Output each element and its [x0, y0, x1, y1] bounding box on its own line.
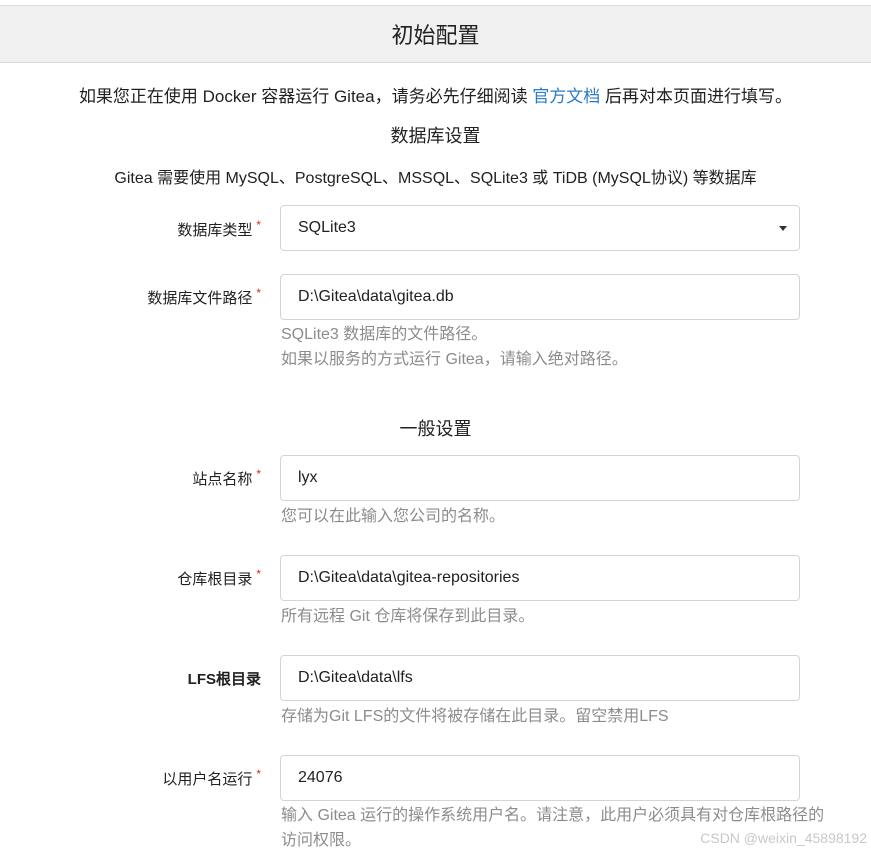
page-header: 初始配置: [0, 5, 871, 63]
lfs-root-value: D:\Gitea\data\lfs: [298, 669, 413, 686]
site-name-input[interactable]: lyx: [280, 455, 800, 501]
required-mark: *: [256, 286, 261, 300]
required-mark: *: [256, 567, 261, 581]
docker-notice: 如果您正在使用 Docker 容器运行 Gitea，请务必先仔细阅读 官方文档 …: [0, 82, 871, 107]
database-note: Gitea 需要使用 MySQL、PostgreSQL、MSSQL、SQLite…: [114, 170, 757, 187]
database-path-help: SQLite3 数据库的文件路径。 如果以服务的方式运行 Gitea，请输入绝对…: [281, 322, 628, 372]
database-section-title: 数据库设置: [390, 126, 481, 146]
run-user-label: 以用户名运行 *: [162, 767, 261, 789]
notice-text-after: 后再对本页面进行填写。: [600, 87, 793, 106]
run-user-help-line-1: 输入 Gitea 运行的操作系统用户名。请注意，此用户必须具有对仓库根路径的: [281, 807, 825, 824]
database-path-help-line-1: SQLite3 数据库的文件路径。: [281, 326, 488, 343]
repo-root-value: D:\Gitea\data\gitea-repositories: [298, 569, 520, 586]
required-mark: *: [256, 218, 261, 232]
run-user-label-text: 以用户名运行: [162, 771, 253, 788]
database-type-select[interactable]: SQLite3: [280, 205, 800, 251]
run-user-input[interactable]: 24076: [280, 755, 800, 801]
database-type-label: 数据库类型 *: [177, 218, 261, 240]
lfs-root-help: 存储为Git LFS的文件将被存储在此目录。留空禁用LFS: [281, 708, 669, 725]
notice-text-before: 如果您正在使用 Docker 容器运行 Gitea，请务必先仔细阅读: [78, 87, 533, 106]
database-path-label: 数据库文件路径 *: [147, 286, 261, 308]
site-name-label-text: 站点名称: [192, 471, 253, 488]
csdn-watermark: CSDN @weixin_45898192: [700, 830, 867, 846]
site-name-label: 站点名称 *: [192, 467, 261, 489]
site-name-help: 您可以在此输入您公司的名称。: [281, 508, 506, 525]
database-path-label-text: 数据库文件路径: [147, 290, 253, 307]
required-mark: *: [256, 467, 261, 481]
dropdown-arrow-icon: [779, 226, 787, 231]
site-name-value: lyx: [298, 469, 318, 486]
lfs-root-label: LFS根目录: [188, 668, 261, 689]
required-mark: *: [256, 767, 261, 781]
page-title: 初始配置: [391, 23, 480, 48]
repo-root-label: 仓库根目录 *: [177, 567, 261, 589]
lfs-root-input[interactable]: D:\Gitea\data\lfs: [280, 655, 800, 701]
database-path-help-line-2: 如果以服务的方式运行 Gitea，请输入绝对路径。: [281, 351, 628, 368]
general-section-title: 一般设置: [399, 419, 472, 439]
database-type-label-text: 数据库类型: [177, 222, 253, 239]
database-path-value: D:\Gitea\data\gitea.db: [298, 288, 454, 305]
database-type-value: SQLite3: [298, 219, 356, 236]
run-user-value: 24076: [298, 769, 343, 786]
repo-root-input[interactable]: D:\Gitea\data\gitea-repositories: [280, 555, 800, 601]
repo-root-help: 所有远程 Git 仓库将保存到此目录。: [281, 608, 535, 625]
lfs-root-label-text: LFS根目录: [187, 671, 261, 688]
official-docs-link[interactable]: 官方文档: [532, 87, 600, 106]
database-path-input[interactable]: D:\Gitea\data\gitea.db: [280, 274, 800, 320]
repo-root-label-text: 仓库根目录: [177, 571, 253, 588]
